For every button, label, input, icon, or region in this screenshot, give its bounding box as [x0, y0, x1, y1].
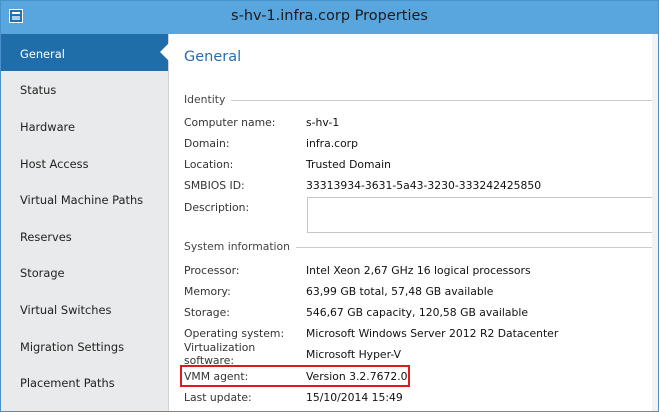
field-label: Processor: [184, 263, 240, 277]
field-row-computer-name: Computer name: s-hv-1 [184, 112, 652, 132]
field-value: 15/10/2014 15:49 [306, 390, 403, 404]
page-title: General [184, 49, 242, 65]
field-label: Virtualization software: [184, 341, 256, 367]
field-row-virtualization-software: Virtualization software: Microsoft Hyper… [184, 341, 652, 367]
field-value: infra.corp [306, 136, 358, 150]
field-value: 546,67 GB capacity, 120,58 GB available [306, 305, 529, 319]
main-panel: General Identity Computer name: s-hv-1 D… [170, 34, 658, 411]
sidebar-item-placement-paths[interactable]: Placement Paths [1, 363, 168, 400]
system-heading-label: System information [184, 240, 291, 253]
properties-window: s-hv-1.infra.corp Properties General Sta… [0, 0, 659, 412]
sidebar-item-status[interactable]: Status [1, 71, 168, 108]
field-label: Last update: [184, 390, 252, 404]
window-title: s-hv-1.infra.corp Properties [231, 8, 428, 24]
field-label: Domain: [184, 136, 230, 150]
field-row-memory: Memory: 63,99 GB total, 57,48 GB availab… [184, 281, 652, 301]
field-label: Location: [184, 157, 234, 171]
field-row-storage: Storage: 546,67 GB capacity, 120,58 GB a… [184, 302, 652, 322]
sidebar-item-general[interactable]: General [1, 34, 169, 71]
field-row-smbios-id: SMBIOS ID: 33313934-3631-5a43-3230-33324… [184, 175, 652, 195]
sidebar-nav: General Status Hardware Host Access Virt… [1, 34, 169, 411]
field-label: Operating system: [184, 326, 285, 340]
sidebar-item-host-access[interactable]: Host Access [1, 144, 168, 181]
field-label: SMBIOS ID: [184, 178, 245, 192]
sidebar-item-hardware[interactable]: Hardware [1, 107, 168, 144]
field-label: Storage: [184, 305, 230, 319]
field-label: Computer name: [184, 115, 276, 129]
field-value: Trusted Domain [306, 157, 391, 171]
title-bar[interactable]: s-hv-1.infra.corp Properties [1, 1, 658, 34]
sidebar-item-virtual-switches[interactable]: Virtual Switches [1, 290, 168, 327]
field-label: Memory: [184, 284, 231, 298]
field-value: Microsoft Hyper-V [306, 347, 401, 361]
field-value: 63,99 GB total, 57,48 GB available [306, 284, 494, 298]
field-value: s-hv-1 [306, 115, 340, 129]
field-row-domain: Domain: infra.corp [184, 133, 652, 153]
field-row-location: Location: Trusted Domain [184, 154, 652, 174]
sidebar-item-reserves[interactable]: Reserves [1, 217, 168, 254]
vmm-agent-highlight-annotation [180, 365, 410, 387]
field-value: Microsoft Windows Server 2012 R2 Datacen… [306, 326, 559, 340]
system-section-heading: System information [184, 240, 654, 253]
section-divider [231, 99, 654, 101]
sidebar-item-storage[interactable]: Storage [1, 254, 168, 291]
field-row-processor: Processor: Intel Xeon 2,67 GHz 16 logica… [184, 260, 652, 280]
sidebar-item-virtual-machine-paths[interactable]: Virtual Machine Paths [1, 180, 168, 217]
vertical-scrollbar[interactable] [652, 34, 658, 411]
field-value: Intel Xeon 2,67 GHz 16 logical processor… [306, 263, 531, 277]
identity-section-heading: Identity [184, 93, 654, 106]
field-label: Description: [184, 200, 250, 214]
field-value: 33313934-3631-5a43-3230-333242425850 [306, 178, 542, 192]
description-input[interactable] [307, 197, 658, 233]
field-row-operating-system: Operating system: Microsoft Windows Serv… [184, 323, 652, 343]
sidebar-item-migration-settings[interactable]: Migration Settings [1, 327, 168, 364]
identity-heading-label: Identity [184, 93, 226, 106]
field-row-last-update: Last update: 15/10/2014 15:49 [184, 387, 652, 407]
section-divider [296, 246, 654, 248]
